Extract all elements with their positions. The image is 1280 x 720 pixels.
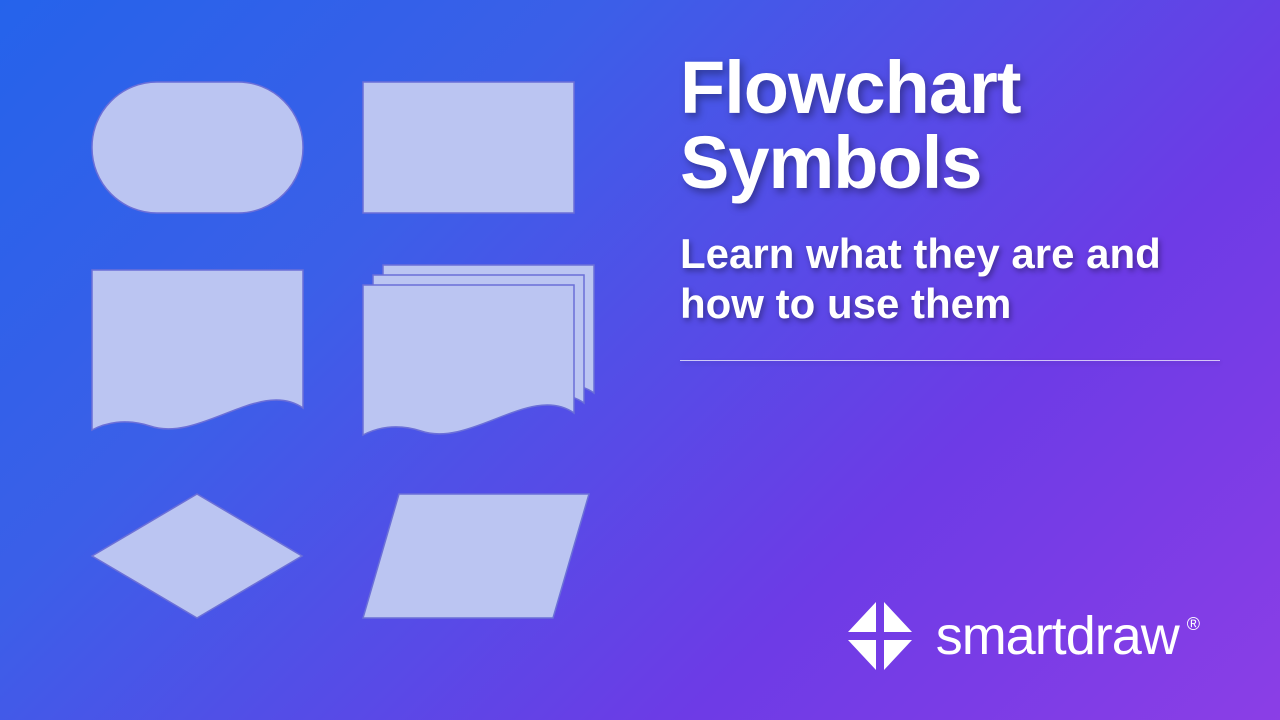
data-shape-icon	[361, 491, 591, 621]
brand-logo: smartdraw ®	[842, 598, 1200, 674]
shape-row-3	[90, 491, 600, 621]
brand-name: smartdraw	[936, 605, 1179, 667]
shape-row-2	[90, 263, 600, 443]
page-title: Flowchart Symbols	[680, 50, 1220, 201]
decision-shape-icon	[90, 491, 305, 621]
document-shape-icon	[90, 268, 305, 438]
text-content: Flowchart Symbols Learn what they are an…	[640, 0, 1280, 720]
brand-registered-mark: ®	[1187, 614, 1200, 635]
multi-document-shape-icon	[361, 263, 596, 443]
divider-line	[680, 360, 1220, 361]
shape-row-1	[90, 80, 600, 215]
smartdraw-logo-icon	[842, 598, 918, 674]
flowchart-shapes-grid	[0, 0, 640, 720]
terminator-shape-icon	[90, 80, 305, 215]
page-subtitle: Learn what they are and how to use them	[680, 229, 1220, 330]
process-shape-icon	[361, 80, 576, 215]
